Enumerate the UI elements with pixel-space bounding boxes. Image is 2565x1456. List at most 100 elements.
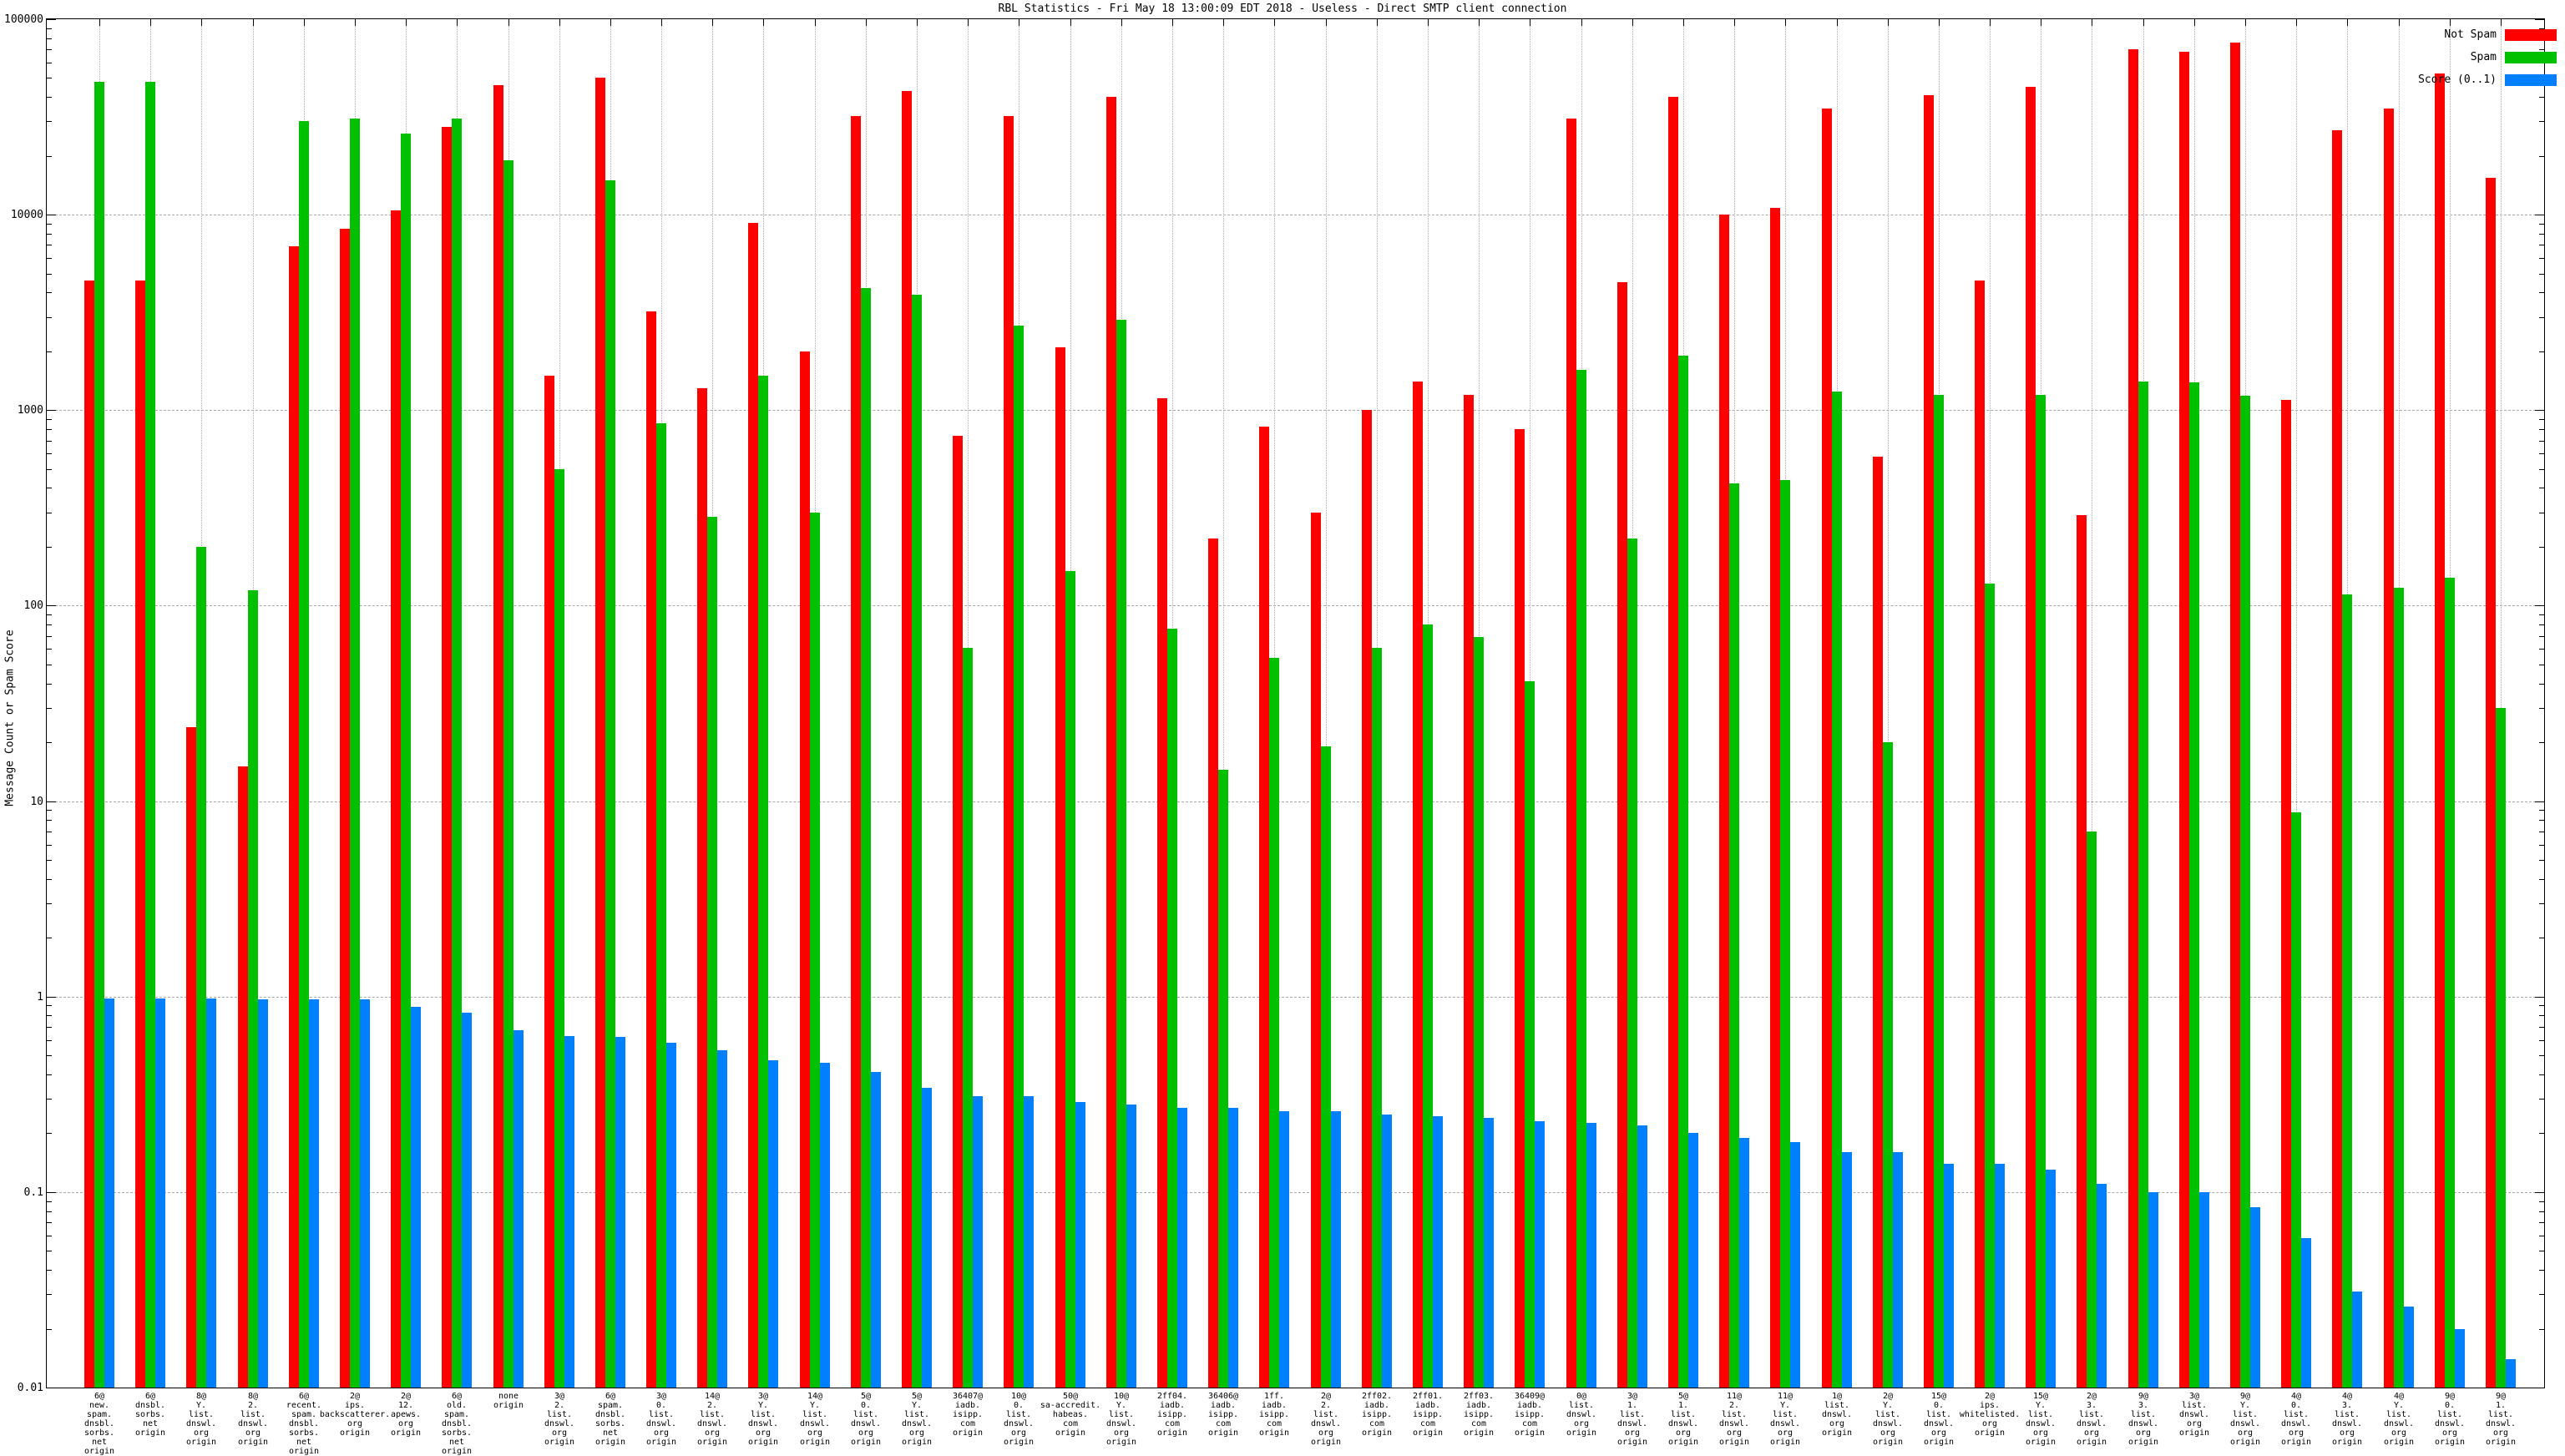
y-minor-tick [2539, 1026, 2544, 1028]
x-top-tick [201, 19, 202, 26]
x-top-tick [1479, 19, 1480, 26]
y-minor-tick [47, 1074, 52, 1075]
y-gridline [47, 1191, 2544, 1193]
y-minor-tick [47, 1133, 52, 1135]
y-minor-tick [2539, 1328, 2544, 1330]
bar-score-0-1- [360, 998, 370, 1388]
y-major-tick [2535, 19, 2544, 20]
y-minor-tick [47, 258, 52, 260]
bar-spam [503, 159, 514, 1388]
x-top-tick [866, 19, 867, 26]
y-major-tick [47, 1191, 56, 1193]
y-tick-label: 1 [37, 990, 43, 1004]
bar-score-0-1- [1637, 1125, 1647, 1388]
bar-not-spam [135, 281, 145, 1388]
bar-spam [2240, 396, 2250, 1388]
bar-score-0-1- [1075, 1101, 1085, 1388]
bar-score-0-1- [2148, 1191, 2158, 1388]
y-tick-label: 100 [23, 599, 43, 613]
y-minor-tick [2539, 624, 2544, 626]
bar-not-spam [1515, 428, 1525, 1388]
x-top-tick [815, 19, 816, 26]
bar-not-spam [2026, 87, 2036, 1388]
bar-not-spam [800, 351, 810, 1388]
y-minor-tick [47, 49, 52, 51]
legend-entry-score: Score (0..1) [2418, 68, 2557, 91]
bar-score-0-1- [922, 1088, 932, 1388]
bar-not-spam [544, 376, 554, 1388]
y-major-tick [47, 19, 56, 20]
x-top-tick [304, 19, 305, 26]
bar-not-spam [1924, 94, 1934, 1388]
x-top-tick [1428, 19, 1429, 26]
x-top-tick [1326, 19, 1327, 26]
y-minor-tick [47, 351, 52, 352]
bar-spam [810, 512, 820, 1388]
y-minor-tick [2539, 155, 2544, 157]
y-minor-tick [47, 28, 52, 29]
x-top-tick [150, 19, 151, 26]
y-minor-tick [2539, 453, 2544, 455]
bar-spam [1116, 320, 1126, 1388]
y-minor-tick [2539, 1294, 2544, 1296]
bar-spam [2036, 394, 2046, 1388]
rbl-statistics-chart: RBL Statistics - Fri May 18 13:00:09 EDT… [0, 0, 2565, 1456]
y-minor-tick [2539, 820, 2544, 822]
bar-spam [1627, 538, 1637, 1388]
bar-score-0-1- [462, 1012, 472, 1388]
legend-label: Score (0..1) [2418, 73, 2497, 86]
y-minor-tick [47, 38, 52, 39]
y-major-tick [2535, 1191, 2544, 1193]
legend: Not Spam Spam Score (0..1) [2418, 23, 2557, 91]
legend-label: Not Spam [2444, 28, 2497, 41]
x-top-tick [1377, 19, 1378, 26]
bar-spam [145, 81, 155, 1388]
x-top-tick [406, 19, 407, 26]
y-minor-tick [47, 1222, 52, 1224]
bar-spam [554, 468, 564, 1388]
bar-not-spam [1413, 382, 1423, 1388]
bar-spam [1832, 391, 1842, 1388]
bar-score-0-1- [1126, 1105, 1136, 1388]
x-top-tick [1274, 19, 1275, 26]
bar-score-0-1- [717, 1050, 727, 1388]
bar-not-spam [2486, 177, 2496, 1388]
y-minor-tick [47, 273, 52, 275]
y-minor-tick [2539, 1005, 2544, 1007]
y-minor-tick [2539, 810, 2544, 811]
score-swatch [2505, 73, 2557, 86]
y-minor-tick [47, 155, 52, 157]
bar-not-spam [493, 84, 503, 1388]
x-top-tick [2194, 19, 2195, 26]
chart-title: RBL Statistics - Fri May 18 13:00:09 EDT… [998, 3, 1567, 15]
bar-score-0-1- [2046, 1170, 2056, 1388]
bar-score-0-1- [1944, 1163, 1954, 1388]
bar-not-spam [595, 78, 605, 1388]
y-minor-tick [47, 1099, 52, 1100]
bar-score-0-1- [258, 998, 268, 1388]
x-top-tick [1632, 19, 1633, 26]
x-top-tick [2143, 19, 2144, 26]
bar-not-spam [1311, 512, 1321, 1388]
x-top-tick [1734, 19, 1735, 26]
y-minor-tick [2539, 614, 2544, 616]
bar-score-0-1- [1535, 1121, 1545, 1388]
x-top-tick [1581, 19, 1582, 26]
bar-not-spam [186, 726, 196, 1388]
bar-spam [1678, 356, 1688, 1388]
y-minor-tick [2539, 1015, 2544, 1017]
bar-not-spam [1004, 115, 1014, 1388]
y-minor-tick [47, 418, 52, 420]
bar-spam [1729, 483, 1739, 1388]
y-major-tick [2535, 410, 2544, 412]
y-minor-tick [2539, 844, 2544, 846]
bar-not-spam [2281, 399, 2291, 1388]
x-top-tick [1939, 19, 1940, 26]
y-minor-tick [2539, 878, 2544, 880]
y-axis-label: Message Count or Spam Score [3, 629, 17, 806]
y-minor-tick [2539, 428, 2544, 430]
bar-spam [861, 288, 871, 1388]
bar-score-0-1- [1331, 1110, 1341, 1388]
bar-not-spam [1208, 538, 1218, 1388]
bar-score-0-1- [1177, 1107, 1187, 1388]
